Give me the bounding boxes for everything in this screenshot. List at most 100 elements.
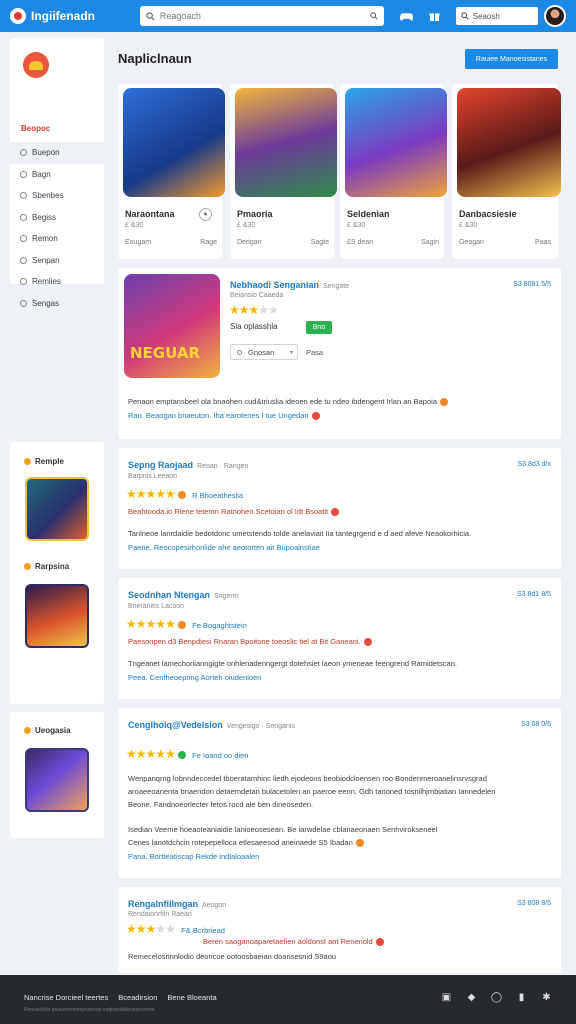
sidebar-item-label: Sbenbes xyxy=(32,191,64,201)
star-icon: ★ xyxy=(268,303,279,317)
sidebar-item[interactable]: Remon xyxy=(10,228,104,250)
sidebar-item[interactable]: Bagn xyxy=(10,164,104,186)
game-card[interactable]: Danbacsiesie £ &30 Geogan Paas xyxy=(452,84,561,259)
widget-game-thumb[interactable] xyxy=(25,477,89,541)
settings-icon[interactable]: ✱ xyxy=(541,992,552,1003)
search-submit-icon[interactable] xyxy=(369,12,378,20)
sidebar-nav: Buepon Bagn Sbenbes Begiss Remon Senpan … xyxy=(10,142,104,314)
sidebar-item[interactable]: Sengas xyxy=(10,293,104,315)
game-price: £ &30 xyxy=(347,222,366,229)
search-icon xyxy=(146,11,155,21)
star-icon: ★ xyxy=(135,747,147,761)
star-icon: ★ xyxy=(135,617,147,631)
review-text: Remecelosrinnlodio deoncoe ootoosbaeian … xyxy=(128,952,337,961)
sidebar-item[interactable]: Sbenbes xyxy=(10,185,104,207)
game-name: Naraontana xyxy=(125,209,175,219)
emoji-icon xyxy=(177,620,186,629)
game-card[interactable]: Seldenian £ &30 £S dean Sagin xyxy=(340,84,447,259)
game-card[interactable]: Pmaoria £ &30 Derigan Sagte xyxy=(230,84,337,259)
sidebar-item[interactable]: Begiss xyxy=(10,207,104,229)
review-link[interactable]: Pana. Borbeatiscap Rekde indlaloaalen xyxy=(128,852,553,861)
review-author[interactable]: Rengalnfillmgan Aeogon xyxy=(128,899,226,909)
review-author[interactable]: Sepng Raojaad Reoan · Rangen xyxy=(128,460,248,470)
user-avatar[interactable] xyxy=(544,5,566,27)
widget-game-thumb[interactable] xyxy=(25,584,89,648)
review-text: Isedian Veeme hoeaoteaniaidie lanioeoses… xyxy=(128,825,438,834)
primary-action-button[interactable]: Rauiee Manoesistanes xyxy=(465,49,558,69)
review-author[interactable]: Cenglhoiq@Vedelsion Vengesigo · Senganis xyxy=(128,720,295,730)
star-icon: ★ xyxy=(126,617,137,631)
logo-icon xyxy=(10,8,26,24)
rating-stars: ★★★★★ F& Bcrbriead xyxy=(126,922,225,936)
search-bar[interactable] xyxy=(139,6,384,26)
review-label: F& Bcrbriead xyxy=(181,926,225,935)
featured-author: Nebhaodi Senganian Sengate xyxy=(230,280,350,290)
star-icon: ★ xyxy=(135,487,147,501)
featured-sub: Beiansio Caaeda xyxy=(230,292,284,299)
footer-link[interactable]: Bceadirsion xyxy=(118,993,157,1002)
featured-select[interactable]: Gnosan ▾ xyxy=(230,344,298,360)
footer-link[interactable]: Nancrise Dorcieel teertes xyxy=(24,993,108,1002)
emoji-icon xyxy=(331,508,340,517)
game-price: £ &30 xyxy=(237,222,256,229)
nav-bullet-icon xyxy=(20,235,27,243)
sidebar-item-label: Remon xyxy=(32,234,58,244)
game-card[interactable]: Naraontana ● £ &30 Eougam Rage xyxy=(118,84,225,259)
sidebar: Beopoc Buepon Bagn Sbenbes Begiss Remon … xyxy=(10,38,104,308)
featured-date: S3 8081 5/5 xyxy=(513,281,551,288)
shield-icon[interactable]: ◆ xyxy=(466,992,477,1003)
review-link[interactable]: Paene. Reocopesirhonlide ahe aeotorten a… xyxy=(128,543,553,552)
featured-game-image: NEGUAR xyxy=(124,274,220,378)
nav-bullet-icon xyxy=(20,213,27,221)
sidebar-item[interactable]: Senpan xyxy=(10,250,104,272)
widget-title: Remple xyxy=(10,457,104,466)
featured-select-extra[interactable]: Pasa xyxy=(306,348,323,357)
rating-stars: ★★★★★ Fe Ioand oo dien xyxy=(126,747,248,761)
game-art-image xyxy=(457,88,561,197)
star-icon: ★ xyxy=(258,303,269,317)
search-input[interactable] xyxy=(159,11,365,21)
page-title: Napliclnaun xyxy=(118,51,192,66)
review-date: S3 8d1 8/5 xyxy=(517,591,551,598)
review-highlight: Beren saoganoaparetaefien aoldonst ant R… xyxy=(203,937,553,947)
sidebar-logo-icon xyxy=(23,52,49,78)
nav-bullet-icon xyxy=(20,192,27,200)
secondary-search[interactable]: Seaosh xyxy=(455,7,539,25)
featured-link-line[interactable]: Ran. Beaogan bnaeuton. Iha earotenes I t… xyxy=(128,411,553,421)
game-price: £ &30 xyxy=(459,222,478,229)
widget-title: Rarpsina xyxy=(10,562,104,571)
coin-icon xyxy=(24,563,31,570)
star-icon: ★ xyxy=(229,303,240,317)
emoji-icon xyxy=(355,839,364,848)
game-more-icon[interactable]: ● xyxy=(199,208,212,221)
select-radio-icon xyxy=(237,349,242,355)
game-meta: Eougam Rage xyxy=(125,239,217,246)
review-card: Seodnhan Ntengan Sngerm S3 8d1 8/5 Bneran… xyxy=(118,578,561,699)
sidebar-title: Beopoc xyxy=(21,124,51,133)
star-icon: ★ xyxy=(126,922,137,936)
gift-icon[interactable] xyxy=(428,9,442,23)
bookmark-icon[interactable]: ▮ xyxy=(516,992,527,1003)
share-icon[interactable]: ▣ xyxy=(441,992,452,1003)
game-art-image xyxy=(345,88,447,197)
review-link[interactable]: Peea. Cenfheoepring Aorteh oiudenloen xyxy=(128,673,553,682)
review-text: aroaeeoanenta bnaendon detaemdetan bulac… xyxy=(128,787,496,796)
review-card: Sepng Raojaad Reoan · Rangen S3 8d3 d/x B… xyxy=(118,448,561,569)
sidebar-item[interactable]: Buepon xyxy=(10,142,104,164)
nav-bullet-icon xyxy=(20,299,27,307)
featured-label: Sia oplasshla xyxy=(230,322,278,331)
star-icon: ★ xyxy=(155,487,166,501)
review-text: Cenes lanotdchcin rotepepelloca etlesaee… xyxy=(128,838,553,848)
game-meta: Geogan Paas xyxy=(459,239,551,246)
review-date: S3 808 8/5 xyxy=(517,900,551,907)
globe-icon[interactable]: ◯ xyxy=(491,992,502,1003)
review-text: Beone. Fandnoeorlecter fetos rocd ale be… xyxy=(128,800,314,809)
review-author[interactable]: Seodnhan Ntengan Sngerm xyxy=(128,590,239,600)
app-logo[interactable]: Ingiifenadn xyxy=(10,8,128,24)
widget-game-thumb[interactable] xyxy=(25,748,89,812)
emoji-icon xyxy=(363,638,372,647)
controller-icon[interactable] xyxy=(400,9,414,23)
sidebar-item[interactable]: Remlies xyxy=(10,271,104,293)
game-name: Pmaoria xyxy=(237,209,273,219)
footer-link[interactable]: Bene Bloeanta xyxy=(167,993,216,1002)
